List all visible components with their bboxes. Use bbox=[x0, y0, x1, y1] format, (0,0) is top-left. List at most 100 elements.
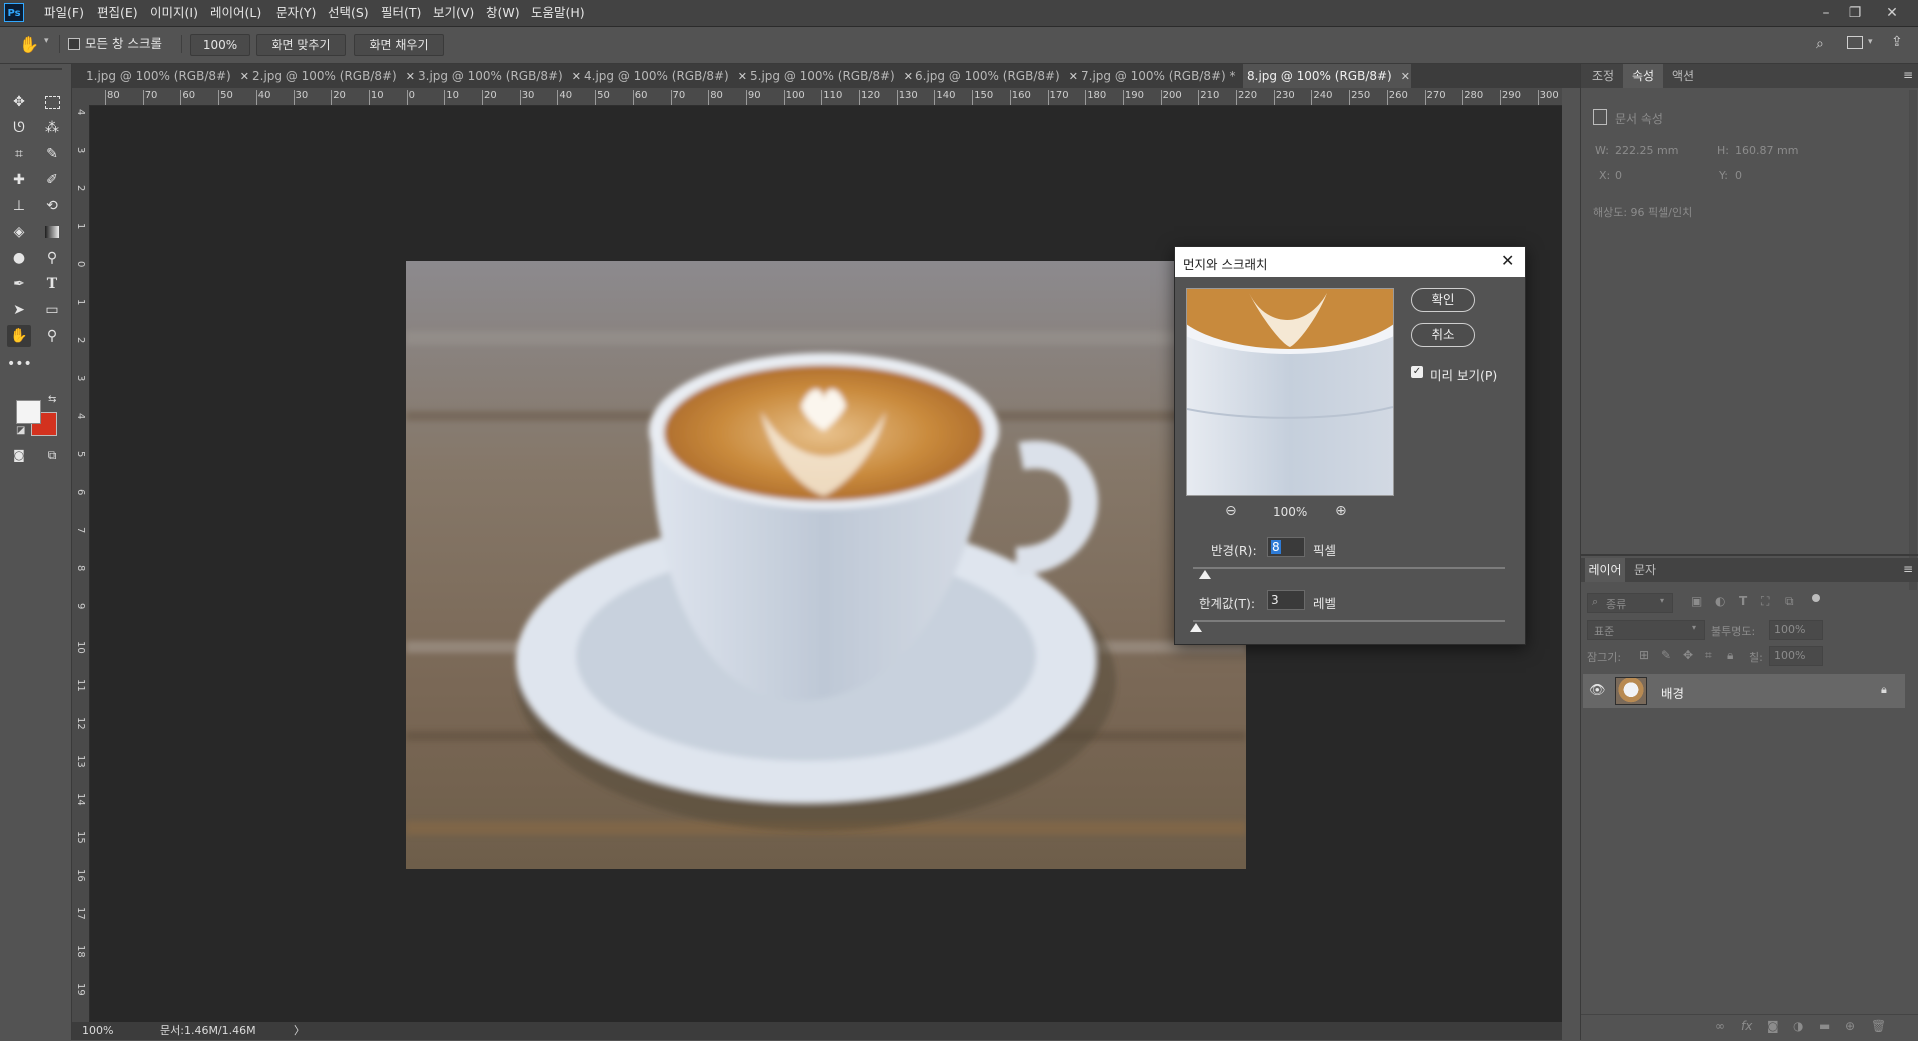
trash-icon[interactable]: 🗑︎ bbox=[1871, 1019, 1886, 1033]
threshold-input[interactable]: 3 bbox=[1267, 590, 1305, 610]
chevron-down-icon[interactable]: ▾ bbox=[44, 36, 49, 46]
swap-colors-icon[interactable]: ⇆ bbox=[48, 394, 56, 405]
lock-image-icon[interactable]: ✎ bbox=[1661, 648, 1671, 662]
filter-adjustment-icon[interactable]: ◐ bbox=[1715, 594, 1725, 608]
horizontal-ruler[interactable]: 80 70 60 50 40 30 20 10 0 10 20 30 40 50 60 70 80 90 100 11… bbox=[89, 88, 1562, 106]
threshold-slider[interactable] bbox=[1193, 620, 1505, 622]
document-tab[interactable]: 6.jpg @ 100% (RGB/8#) ✕ bbox=[911, 64, 1078, 88]
default-colors-icon[interactable]: ◪ bbox=[16, 425, 25, 436]
document-tab[interactable]: 3.jpg @ 100% (RGB/8#) ✕ bbox=[414, 64, 581, 88]
adjustment-layer-icon[interactable]: ◑ bbox=[1793, 1019, 1803, 1033]
rectangle-tool-icon[interactable]: ▭ bbox=[40, 299, 64, 321]
menu-edit[interactable]: 편집(E) bbox=[97, 0, 138, 26]
hand-tool-icon[interactable]: ✋ bbox=[7, 325, 31, 347]
eyedropper-icon[interactable]: ✎ bbox=[40, 143, 64, 165]
restore-icon[interactable]: ❐ bbox=[1843, 0, 1867, 26]
clone-stamp-icon[interactable]: ⊥ bbox=[7, 195, 31, 217]
tab-character[interactable]: 문자 bbox=[1627, 558, 1663, 582]
history-brush-icon[interactable]: ⟲ bbox=[40, 195, 64, 217]
eraser-icon[interactable]: ◈ bbox=[7, 221, 31, 243]
fx-icon[interactable]: fx bbox=[1741, 1019, 1752, 1033]
layers-panel-menu-icon[interactable]: ≡ bbox=[1903, 562, 1913, 576]
menu-filter[interactable]: 필터(T) bbox=[381, 0, 421, 26]
pen-tool-icon[interactable]: ✒ bbox=[7, 273, 31, 295]
radius-slider[interactable] bbox=[1193, 567, 1505, 569]
panel-menu-icon[interactable]: ≡ bbox=[1903, 68, 1913, 82]
new-layer-icon[interactable]: ⊕ bbox=[1845, 1019, 1855, 1033]
cancel-button[interactable]: 취소 bbox=[1411, 323, 1475, 347]
menu-help[interactable]: 도움말(H) bbox=[531, 0, 585, 26]
zoom-value-button[interactable]: 100% bbox=[190, 34, 250, 56]
healing-brush-icon[interactable]: ✚ bbox=[7, 169, 31, 191]
tab-actions[interactable]: 액션 bbox=[1665, 64, 1701, 88]
radius-slider-thumb[interactable] bbox=[1199, 570, 1212, 579]
new-group-icon[interactable]: ▬ bbox=[1819, 1019, 1830, 1033]
status-arrow[interactable]: 〉 bbox=[294, 1022, 305, 1040]
zoom-out-icon[interactable]: ⊖ bbox=[1225, 503, 1237, 519]
menu-view[interactable]: 보기(V) bbox=[433, 0, 474, 26]
brush-tool-icon[interactable]: ✐ bbox=[40, 169, 64, 191]
lock-all-icon[interactable]: 🔒︎ bbox=[1727, 648, 1733, 663]
lock-position-icon[interactable]: ✥ bbox=[1683, 648, 1693, 662]
minimize-icon[interactable]: – bbox=[1814, 0, 1838, 26]
document-tab[interactable]: 8.jpg @ 100% (RGB/8#) ✕ bbox=[1243, 64, 1411, 88]
filter-type-icon[interactable]: T bbox=[1739, 594, 1747, 608]
type-tool-icon[interactable]: T bbox=[40, 273, 64, 295]
tab-close-icon[interactable]: ✕ bbox=[1401, 70, 1410, 83]
tab-layers[interactable]: 레이어 bbox=[1585, 558, 1625, 582]
magic-wand-icon[interactable]: ⁂ bbox=[40, 117, 64, 139]
layer-row[interactable]: 👁︎ 배경 🔒︎ bbox=[1583, 674, 1905, 708]
filter-shape-icon[interactable]: ⛶ bbox=[1761, 594, 1769, 609]
close-icon[interactable]: ✕ bbox=[1501, 251, 1514, 270]
properties-scrollbar[interactable] bbox=[1909, 90, 1917, 590]
layer-name[interactable]: 배경 bbox=[1661, 683, 1684, 702]
move-tool-icon[interactable]: ✥ bbox=[7, 91, 31, 113]
menu-window[interactable]: 창(W) bbox=[486, 0, 520, 26]
filter-smart-object-icon[interactable]: ⧉ bbox=[1785, 594, 1794, 609]
tab-properties[interactable]: 속성 bbox=[1623, 64, 1663, 88]
layer-filter-select[interactable]: ⌕ 종류 ▾ bbox=[1587, 593, 1673, 613]
tab-adjustments[interactable]: 조정 bbox=[1585, 64, 1621, 88]
add-mask-icon[interactable]: ◙ bbox=[1767, 1019, 1779, 1033]
more-tools-icon[interactable]: ••• bbox=[7, 353, 32, 375]
zoom-tool-icon[interactable]: ⚲ bbox=[40, 325, 64, 347]
document-tab[interactable]: 2.jpg @ 100% (RGB/8#) ✕ bbox=[248, 64, 415, 88]
hand-tool-preset-icon[interactable]: ✋ bbox=[18, 34, 40, 56]
crop-tool-icon[interactable]: ⌗ bbox=[7, 143, 31, 165]
zoom-in-icon[interactable]: ⊕ bbox=[1335, 503, 1347, 519]
vertical-ruler[interactable]: 4 3 2 1 0 1 2 3 4 5 6 7 8 9 10 11 12 13 14 15 16 17 18 19 bbox=[72, 105, 90, 1022]
chevron-down-icon[interactable]: ▾ bbox=[1868, 37, 1873, 47]
close-window-icon[interactable]: ✕ bbox=[1880, 0, 1904, 26]
menu-type[interactable]: 문자(Y) bbox=[276, 0, 316, 26]
link-layers-icon[interactable]: ∞ bbox=[1715, 1019, 1725, 1033]
quick-mask-icon[interactable]: ◙ bbox=[7, 444, 31, 466]
preview-checkbox[interactable]: ✓ bbox=[1411, 366, 1423, 378]
lock-transparent-icon[interactable]: ⊞ bbox=[1639, 648, 1649, 662]
workspace-icon[interactable] bbox=[1847, 36, 1863, 49]
document-tab[interactable]: 5.jpg @ 100% (RGB/8#) ✕ bbox=[746, 64, 913, 88]
status-zoom[interactable]: 100% bbox=[82, 1022, 113, 1040]
fit-screen-button[interactable]: 화면 맞추기 bbox=[256, 34, 346, 56]
gradient-icon[interactable] bbox=[40, 221, 64, 243]
search-icon[interactable]: ⌕ bbox=[1816, 36, 1824, 52]
blend-mode-select[interactable]: 표준 ▾ bbox=[1587, 620, 1705, 640]
path-selection-icon[interactable]: ➤ bbox=[7, 299, 31, 321]
dialog-titlebar[interactable]: 먼지와 스크래치 ✕ bbox=[1175, 247, 1525, 277]
filter-toggle-icon[interactable] bbox=[1812, 594, 1820, 602]
filter-pixel-icon[interactable]: ▣ bbox=[1691, 594, 1702, 608]
lock-artboard-icon[interactable]: ⌗ bbox=[1705, 648, 1712, 663]
dodge-tool-icon[interactable]: ⚲ bbox=[40, 247, 64, 269]
lasso-tool-icon[interactable]: ᘎ bbox=[7, 117, 31, 139]
opacity-field[interactable]: 100% bbox=[1769, 620, 1823, 640]
ok-button[interactable]: 확인 bbox=[1411, 288, 1475, 312]
scroll-all-checkbox[interactable] bbox=[68, 38, 80, 50]
document-tab[interactable]: 1.jpg @ 100% (RGB/8#) ✕ bbox=[82, 64, 249, 88]
menu-select[interactable]: 선택(S) bbox=[328, 0, 369, 26]
eye-icon[interactable]: 👁︎ bbox=[1589, 683, 1606, 698]
threshold-slider-thumb[interactable] bbox=[1190, 623, 1203, 632]
blur-tool-icon[interactable]: ● bbox=[7, 247, 31, 269]
ruler-origin[interactable] bbox=[72, 88, 90, 106]
foreground-color-swatch[interactable] bbox=[16, 400, 41, 424]
filter-preview[interactable] bbox=[1186, 288, 1394, 496]
menu-layer[interactable]: 레이어(L) bbox=[210, 0, 261, 26]
